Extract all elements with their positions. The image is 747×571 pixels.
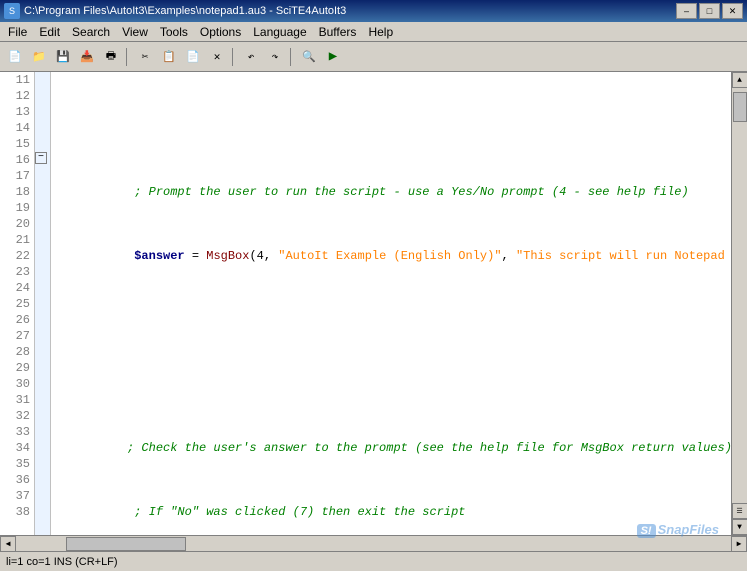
scroll-up-button[interactable]: ▲ [732,72,747,88]
maximize-button[interactable]: □ [699,3,720,19]
save-button[interactable]: 💾 [52,46,74,68]
scroll-thumb[interactable] [733,92,747,122]
horizontal-scroll-thumb[interactable] [66,537,186,551]
toolbar-sep-3 [290,48,294,66]
menu-language[interactable]: Language [247,22,312,41]
redo-button[interactable]: ↷ [264,46,286,68]
horizontal-scroll-track[interactable] [16,536,731,551]
run-button[interactable]: ▶ [322,46,344,68]
print-button[interactable]: 🖶 [100,46,122,68]
scroll-grip[interactable]: ☰ [732,503,747,519]
menu-bar: File Edit Search View Tools Options Lang… [0,22,747,42]
open-button[interactable]: 📁 [28,46,50,68]
window-controls[interactable]: – □ ✕ [676,3,743,19]
toolbar: 📄 📁 💾 📥 🖶 ✂ 📋 📄 ✕ ↶ ↷ 🔍 ▶ [0,42,747,72]
save-all-button[interactable]: 📥 [76,46,98,68]
editor-container: 11 12 13 14 15 16 17 18 19 20 21 22 23 2… [0,72,747,551]
menu-options[interactable]: Options [194,22,247,41]
copy-button[interactable]: 📋 [158,46,180,68]
code-line-12: ; Prompt the user to run the script - us… [55,184,727,200]
code-editor[interactable]: ; Prompt the user to run the script - us… [51,72,731,535]
paste-button[interactable]: 📄 [182,46,204,68]
toolbar-sep-1 [126,48,130,66]
code-line-16: ; Check the user's answer to the prompt … [55,440,727,456]
menu-help[interactable]: Help [362,22,399,41]
toolbar-sep-2 [232,48,236,66]
fold-margin: − [35,72,51,535]
code-line-13: $answer = MsgBox(4, "AutoIt Example (Eng… [55,248,727,264]
menu-edit[interactable]: Edit [33,22,66,41]
code-line-14 [55,312,727,328]
status-bar: li=1 co=1 INS (CR+LF) [0,551,747,571]
undo-button[interactable]: ↶ [240,46,262,68]
scroll-down-button[interactable]: ▼ [732,519,747,535]
status-text: li=1 co=1 INS (CR+LF) [6,556,118,568]
title-bar: S C:\Program Files\AutoIt3\Examples\note… [0,0,747,22]
menu-tools[interactable]: Tools [154,22,194,41]
menu-buffers[interactable]: Buffers [313,22,363,41]
scroll-left-button[interactable]: ◀ [0,536,16,552]
code-line-15 [55,376,727,392]
app-icon: S [4,3,20,19]
vertical-scrollbar[interactable]: ▲ ☰ ▼ [731,72,747,535]
line-numbers: 11 12 13 14 15 16 17 18 19 20 21 22 23 2… [0,72,35,535]
cut-button[interactable]: ✂ [134,46,156,68]
menu-search[interactable]: Search [66,22,116,41]
code-line-11 [55,120,727,136]
menu-view[interactable]: View [116,22,154,41]
scroll-right-button[interactable]: ▶ [731,536,747,552]
delete-button[interactable]: ✕ [206,46,228,68]
window-title: C:\Program Files\AutoIt3\Examples\notepa… [24,5,346,17]
minimize-button[interactable]: – [676,3,697,19]
find-button[interactable]: 🔍 [298,46,320,68]
code-line-17: ; If "No" was clicked (7) then exit the … [55,504,727,520]
close-button[interactable]: ✕ [722,3,743,19]
menu-file[interactable]: File [2,22,33,41]
new-button[interactable]: 📄 [4,46,26,68]
horizontal-scrollbar[interactable]: ◀ ▶ [0,535,747,551]
